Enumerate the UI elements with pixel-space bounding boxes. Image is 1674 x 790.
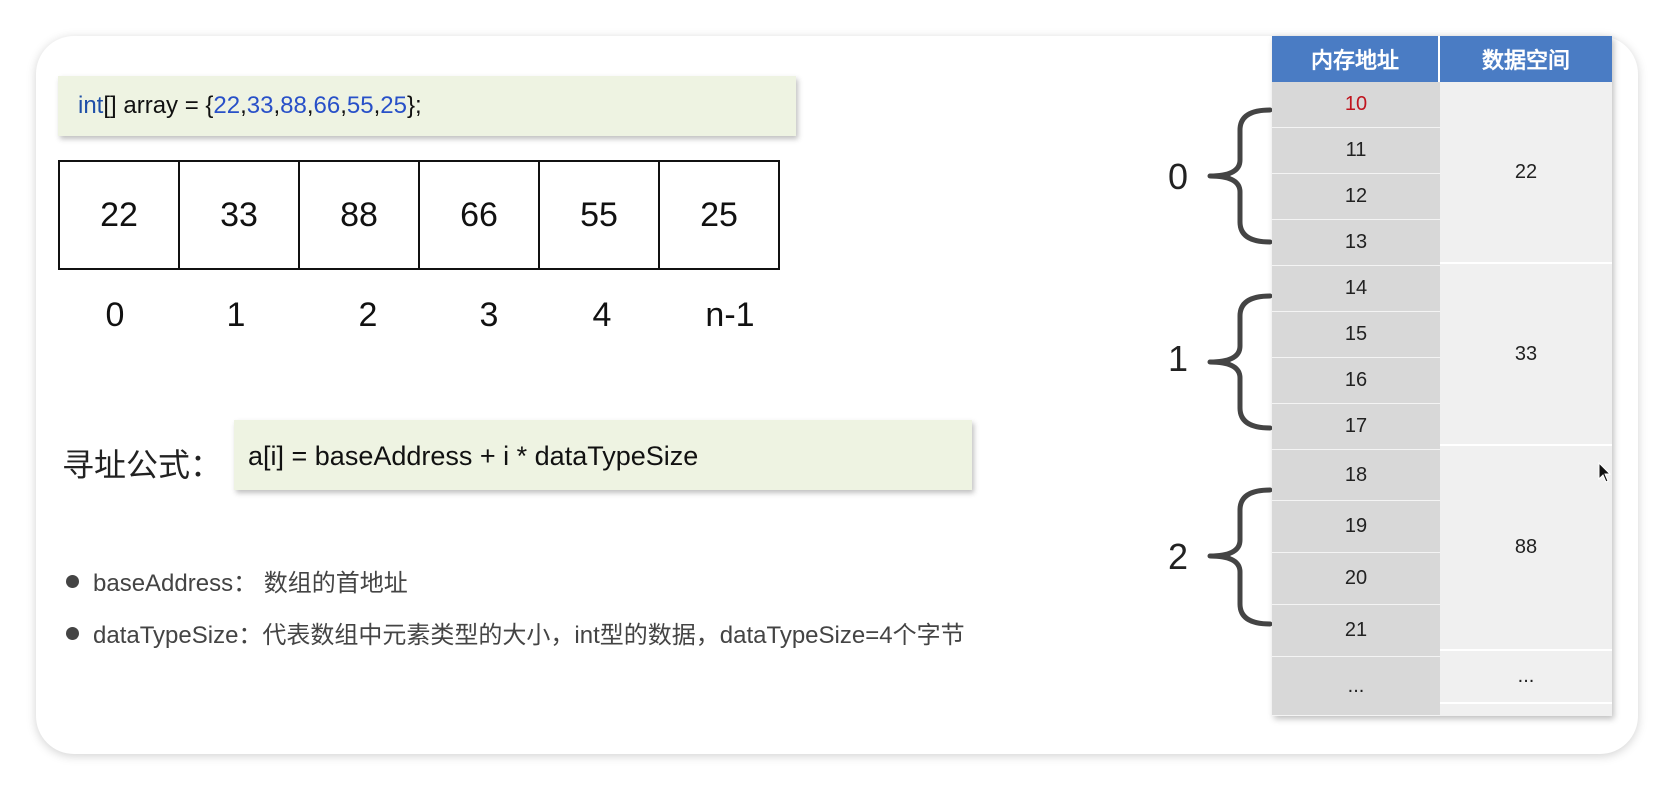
brace-label: 1 xyxy=(1168,338,1189,379)
code-value: 25 xyxy=(380,92,407,119)
array-cell: 88 xyxy=(298,160,420,270)
array-index: 2 xyxy=(358,296,378,334)
code-value: 88 xyxy=(280,92,307,119)
data-cell: ... xyxy=(1440,651,1612,704)
address-cell: 21 xyxy=(1272,605,1440,657)
array-declaration: int[] array = {22,33,88,66,55,25}; xyxy=(58,76,796,136)
array-cell: 22 xyxy=(58,160,180,270)
address-cell: 15 xyxy=(1272,312,1440,358)
array-index: 3 xyxy=(479,296,499,334)
memory-table-body: 10 11 12 13 14 15 16 17 18 19 20 21 ... … xyxy=(1272,82,1612,716)
brace-label: 0 xyxy=(1168,156,1189,197)
brace-label: 2 xyxy=(1168,536,1189,577)
address-cell: 20 xyxy=(1272,553,1440,605)
address-cell: 17 xyxy=(1272,404,1440,450)
data-column: 22 33 88 ... xyxy=(1440,82,1612,716)
address-column: 10 11 12 13 14 15 16 17 18 19 20 21 ... xyxy=(1272,82,1440,716)
address-cell: 11 xyxy=(1272,128,1440,174)
formula-label: 寻址公式： xyxy=(62,447,223,483)
note-base-address: baseAddress： 数组的首地址 xyxy=(66,563,408,598)
array-cell: 55 xyxy=(538,160,660,270)
address-cell: 19 xyxy=(1272,501,1440,553)
header-data: 数据空间 xyxy=(1440,36,1612,82)
data-cell: 33 xyxy=(1440,264,1612,446)
address-cell: 12 xyxy=(1272,174,1440,220)
int-keyword: int xyxy=(78,92,104,119)
note-text: dataTypeSize：代表数组中元素类型的大小，int型的数据，dataTy… xyxy=(93,622,965,649)
array-cell: 33 xyxy=(178,160,300,270)
memory-table: 内存地址 数据空间 10 11 12 13 14 15 16 17 18 19 … xyxy=(1272,36,1612,716)
code-value: 66 xyxy=(313,92,341,119)
mouse-cursor-icon xyxy=(1598,462,1612,483)
declaration-text: [] array = { xyxy=(103,92,214,119)
address-cell: 18 xyxy=(1272,450,1440,501)
address-cell: 14 xyxy=(1272,266,1440,312)
array-cell: 25 xyxy=(658,160,780,270)
code-value: 55 xyxy=(346,92,374,119)
array-index: 0 xyxy=(105,296,125,334)
address-cell: ... xyxy=(1272,657,1440,716)
array-index: n-1 xyxy=(705,296,755,334)
data-cell: 22 xyxy=(1440,82,1612,264)
array-index: 4 xyxy=(592,296,612,334)
memory-table-header: 内存地址 数据空间 xyxy=(1272,36,1612,82)
array-index: 1 xyxy=(226,296,246,334)
bullet-icon xyxy=(66,575,79,589)
address-cell: 16 xyxy=(1272,358,1440,404)
declaration-end: }; xyxy=(407,92,422,119)
note-data-type-size: dataTypeSize：代表数组中元素类型的大小，int型的数据，dataTy… xyxy=(66,615,965,650)
code-value: 33 xyxy=(246,92,274,119)
bullet-icon xyxy=(66,627,79,641)
formula-expression: a[i] = baseAddress + i * dataTypeSize xyxy=(234,420,972,490)
note-text: baseAddress： 数组的首地址 xyxy=(93,570,408,597)
array-cell: 66 xyxy=(418,160,540,270)
address-cell: 10 xyxy=(1272,82,1440,128)
code-value: 22 xyxy=(213,92,241,119)
array-boxes: 22 33 88 66 55 25 xyxy=(58,160,780,270)
header-address: 内存地址 xyxy=(1272,36,1440,82)
data-cell: 88 xyxy=(1440,446,1612,651)
address-cell: 13 xyxy=(1272,220,1440,266)
